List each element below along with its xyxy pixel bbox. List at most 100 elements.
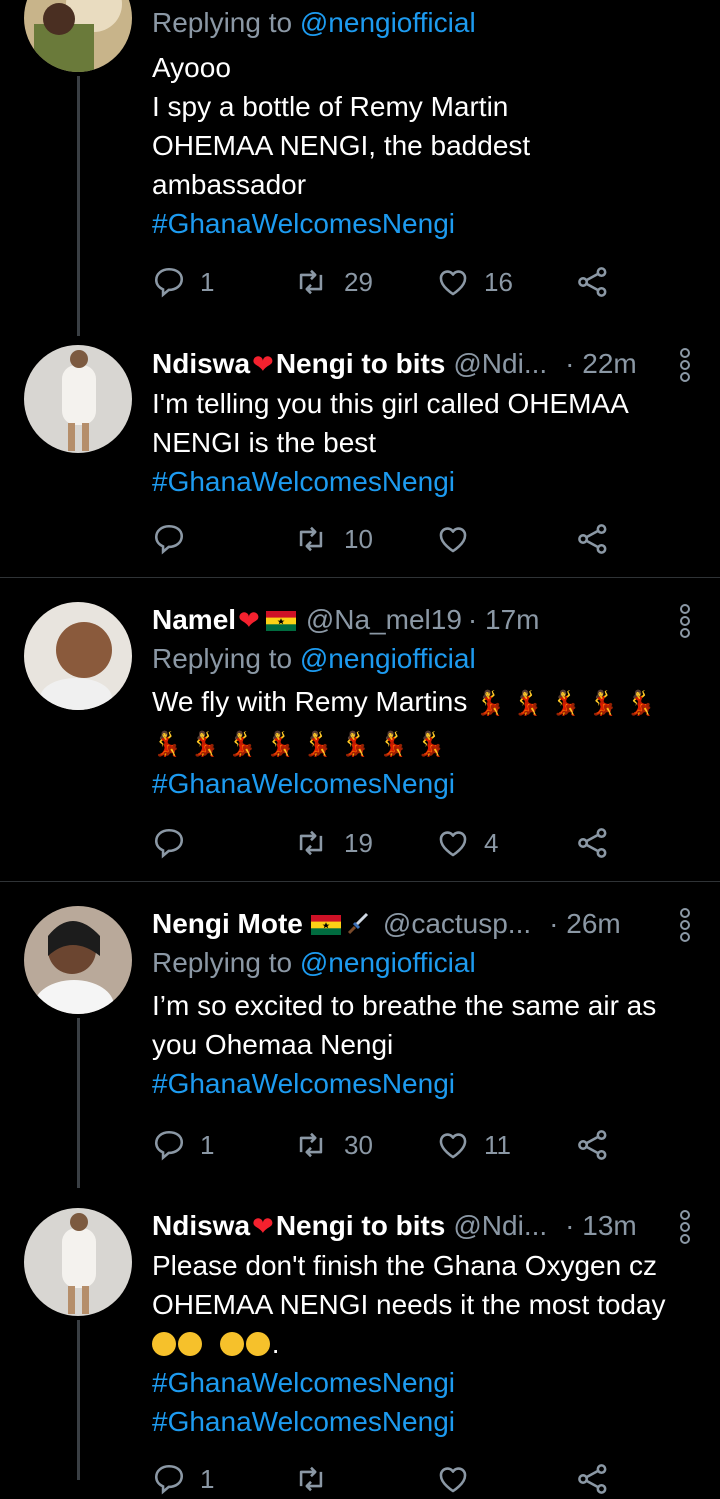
reply-icon xyxy=(152,522,186,556)
mention-link[interactable]: @nengiofficial xyxy=(300,643,476,674)
mention-link[interactable]: @nengiofficial xyxy=(300,7,476,38)
more-vertical-icon[interactable] xyxy=(680,602,690,640)
display-name[interactable]: Namel❤ xyxy=(152,602,300,638)
tweet-text: Please don't finish the Ghana Oxygen cz … xyxy=(152,1246,700,1441)
avatar[interactable] xyxy=(24,1208,132,1316)
tweet-header: Ndiswa❤Nengi to bits @Ndi... · 22m xyxy=(152,346,700,382)
dagger-icon xyxy=(347,912,368,935)
like-button[interactable]: 11 xyxy=(436,1125,511,1165)
share-button[interactable] xyxy=(576,823,610,863)
mention-link[interactable]: @nengiofficial xyxy=(300,947,476,978)
reply-button[interactable] xyxy=(152,823,200,863)
retweet-icon xyxy=(292,265,330,299)
heart-emoji: ❤ xyxy=(238,605,260,635)
dancer-emoji: 💃 xyxy=(512,690,543,717)
dancer-emoji: 💃 xyxy=(625,690,656,717)
timestamp[interactable]: · 13m xyxy=(565,1208,637,1244)
heart-icon xyxy=(436,1462,470,1496)
share-icon xyxy=(576,1128,610,1162)
thread-line xyxy=(77,1320,80,1480)
dancer-emoji: 💃 xyxy=(340,731,371,758)
reply-button[interactable] xyxy=(152,519,200,559)
tweet[interactable]: Replying to @nengiofficial Ayooo I spy a… xyxy=(0,0,720,336)
display-name[interactable]: Ndiswa❤Nengi to bits xyxy=(152,1208,445,1244)
share-icon xyxy=(576,265,610,299)
reply-button[interactable]: 1 xyxy=(152,262,214,302)
laughing-emoji xyxy=(152,1332,176,1356)
tweet-text: Ayooo I spy a bottle of Remy Martin OHEM… xyxy=(152,48,700,243)
retweet-icon xyxy=(292,522,330,556)
timestamp[interactable]: · 22m xyxy=(565,346,637,382)
avatar[interactable] xyxy=(24,345,132,453)
heart-icon xyxy=(436,265,470,299)
reply-icon xyxy=(152,826,186,860)
more-vertical-icon[interactable] xyxy=(680,346,690,384)
ghana-flag-icon xyxy=(266,611,296,631)
dancer-emoji: 💃 xyxy=(475,690,505,717)
reply-icon xyxy=(152,1462,186,1496)
avatar[interactable] xyxy=(24,0,132,72)
retweet-button[interactable]: 29 xyxy=(292,262,373,302)
like-button[interactable]: 16 xyxy=(436,262,513,302)
user-handle[interactable]: @Na_mel19 xyxy=(306,602,462,638)
dancer-emoji: 💃 xyxy=(302,731,333,758)
more-vertical-icon[interactable] xyxy=(680,1208,690,1246)
heart-icon xyxy=(436,522,470,556)
retweet-button[interactable]: 30 xyxy=(292,1125,373,1165)
share-button[interactable] xyxy=(576,262,610,302)
reply-button[interactable]: 1 xyxy=(152,1125,214,1165)
hashtag-link[interactable]: #GhanaWelcomesNengi xyxy=(152,1064,700,1103)
dancer-emoji: 💃 xyxy=(550,690,581,717)
tweet[interactable]: Ndiswa❤Nengi to bits @Ndi... · 13m Pleas… xyxy=(0,1182,720,1494)
retweet-icon xyxy=(292,1462,330,1496)
replying-to: Replying to @nengiofficial xyxy=(152,7,476,38)
tweet-text: I’m so excited to breathe the same air a… xyxy=(152,986,700,1103)
tweet-header: Ndiswa❤Nengi to bits @Ndi... · 13m xyxy=(152,1208,700,1244)
user-handle[interactable]: @Ndi... xyxy=(453,1208,547,1244)
hashtag-link[interactable]: #GhanaWelcomesNengi xyxy=(152,204,700,243)
retweet-button[interactable] xyxy=(292,1459,344,1499)
like-button[interactable]: 4 xyxy=(436,823,498,863)
share-button[interactable] xyxy=(576,1125,610,1165)
share-icon xyxy=(576,522,610,556)
timestamp[interactable]: · 17m xyxy=(468,602,540,638)
more-vertical-icon[interactable] xyxy=(680,906,690,944)
thread-line xyxy=(77,76,80,336)
laughing-emoji xyxy=(178,1332,202,1356)
replying-to: Replying to @nengiofficial xyxy=(152,643,476,674)
hashtag-link[interactable]: #GhanaWelcomesNengi xyxy=(152,1402,700,1441)
like-button[interactable] xyxy=(436,519,484,559)
tweet-header: Namel❤ @Na_mel19 · 17m xyxy=(152,602,700,638)
like-button[interactable] xyxy=(436,1459,484,1499)
tweet[interactable]: Namel❤ @Na_mel19 · 17m Replying to @neng… xyxy=(0,578,720,882)
heart-emoji: ❤ xyxy=(252,1211,274,1241)
display-name[interactable]: Ndiswa❤Nengi to bits xyxy=(152,346,445,382)
tweet-text: We fly with Remy Martins 💃 💃 💃 💃 💃 💃 💃 💃… xyxy=(152,682,700,803)
dancer-emoji: 💃 xyxy=(588,690,619,717)
share-icon xyxy=(576,826,610,860)
replying-to: Replying to @nengiofficial xyxy=(152,947,476,978)
avatar[interactable] xyxy=(24,906,132,1014)
retweet-button[interactable]: 19 xyxy=(292,823,373,863)
dancer-emoji: 💃 xyxy=(227,731,258,758)
hashtag-link[interactable]: #GhanaWelcomesNengi xyxy=(152,764,700,803)
dancer-emoji: 💃 xyxy=(189,731,220,758)
tweet[interactable]: Nengi Mote @cactusp... · 26m Replying to… xyxy=(0,882,720,1188)
hashtag-link[interactable]: #GhanaWelcomesNengi xyxy=(152,462,700,501)
retweet-icon xyxy=(292,1128,330,1162)
hashtag-link[interactable]: #GhanaWelcomesNengi xyxy=(152,1363,700,1402)
user-handle[interactable]: @Ndi... xyxy=(453,346,547,382)
timestamp[interactable]: · 26m xyxy=(549,906,621,942)
dancer-emoji: 💃 xyxy=(265,731,295,758)
heart-emoji: ❤ xyxy=(252,349,274,379)
tweet-header: Nengi Mote @cactusp... · 26m xyxy=(152,906,700,942)
reply-button[interactable]: 1 xyxy=(152,1459,214,1499)
display-name[interactable]: Nengi Mote xyxy=(152,906,371,942)
retweet-button[interactable]: 10 xyxy=(292,519,373,559)
share-button[interactable] xyxy=(576,1459,610,1499)
share-button[interactable] xyxy=(576,519,610,559)
avatar[interactable] xyxy=(24,602,132,710)
laughing-emoji xyxy=(245,1332,270,1356)
tweet[interactable]: Ndiswa❤Nengi to bits @Ndi... · 22m I'm t… xyxy=(0,330,720,578)
user-handle[interactable]: @cactusp... xyxy=(383,906,531,942)
